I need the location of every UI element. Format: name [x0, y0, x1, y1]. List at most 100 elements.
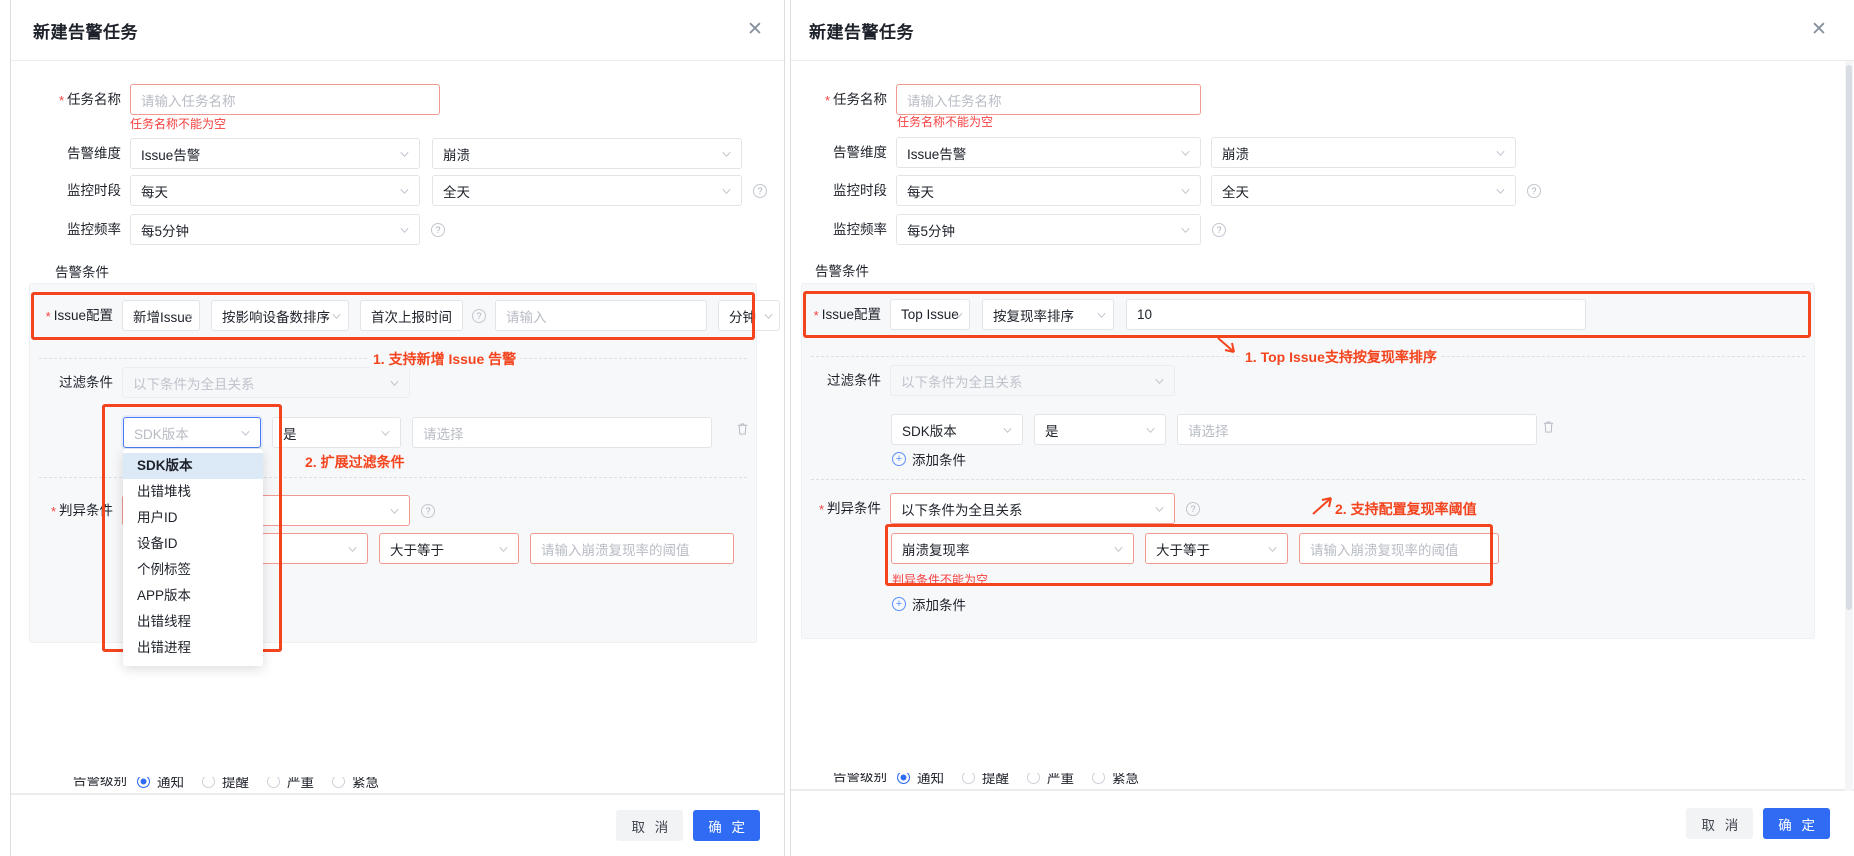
- left-filter-value-select[interactable]: 请选择: [412, 417, 712, 448]
- right-confirm-button[interactable]: 确 定: [1763, 808, 1830, 839]
- right-monitor-freq-select[interactable]: 每5分钟: [896, 214, 1201, 245]
- chevron-down-icon: [389, 505, 400, 516]
- right-scrollbar-thumb[interactable]: [1846, 65, 1852, 610]
- chevron-down-icon: [1154, 503, 1165, 514]
- right-filter-operator-select[interactable]: 是: [1034, 414, 1166, 445]
- right-alarm-dimension-value-2: 崩溃: [1222, 146, 1249, 162]
- radio-urgent[interactable]: [1092, 773, 1105, 784]
- left-issue-first-report-time-button[interactable]: 首次上报时间: [360, 300, 463, 331]
- left-issue-unit-value: 分钟: [729, 309, 756, 325]
- right-task-name-placeholder: 请输入任务名称: [907, 93, 1002, 109]
- help-icon[interactable]: ?: [472, 308, 486, 323]
- right-alarm-dimension-value-1: Issue告警: [907, 146, 967, 162]
- chevron-down-icon: [721, 185, 732, 196]
- left-task-name-input[interactable]: 请输入任务名称: [130, 84, 440, 115]
- right-judge-relation-value: 以下条件为全且关系: [901, 502, 1023, 518]
- right-alarm-condition-label: 告警条件: [815, 264, 869, 279]
- close-icon[interactable]: ✕: [744, 19, 766, 41]
- right-issue-mode-select[interactable]: Top Issue: [890, 299, 970, 330]
- right-judge-threshold-input[interactable]: 请输入崩溃复现率的阈值: [1299, 533, 1499, 564]
- left-confirm-button[interactable]: 确 定: [693, 810, 760, 841]
- left-judge-operator-select[interactable]: 大于等于: [379, 533, 519, 564]
- right-judge-operator-select[interactable]: 大于等于: [1145, 533, 1288, 564]
- right-cancel-button[interactable]: 取 消: [1686, 808, 1754, 839]
- right-monitor-period-label: 监控时段: [833, 182, 887, 198]
- left-monitor-freq-row: 监控频率 每5分钟 ?: [55, 214, 445, 245]
- radio-notice[interactable]: [137, 777, 150, 788]
- left-issue-unit-select[interactable]: 分钟: [718, 300, 780, 331]
- left-alarm-level-option-1: 提醒: [222, 777, 249, 790]
- right-task-name-input[interactable]: 请输入任务名称: [896, 84, 1201, 115]
- dropdown-item[interactable]: 设备ID: [123, 531, 263, 557]
- left-judge-label: * 判异条件: [50, 502, 113, 519]
- radio-notice[interactable]: [897, 773, 910, 784]
- right-judge-metric-select[interactable]: 崩溃复现率: [891, 533, 1134, 564]
- left-filter-operator-select[interactable]: 是: [272, 417, 401, 448]
- left-monitor-period-row: 监控时段 每天 全天 ?: [55, 175, 767, 206]
- dropdown-item[interactable]: 出错堆栈: [123, 479, 263, 505]
- right-filter-add-condition[interactable]: + 添加条件: [892, 449, 966, 469]
- right-alarm-level-option-3: 紧急: [1112, 773, 1139, 786]
- left-monitor-period-select-2[interactable]: 全天: [432, 175, 742, 206]
- left-monitor-period-select-1[interactable]: 每天: [130, 175, 420, 206]
- radio-remind[interactable]: [202, 777, 215, 788]
- right-alarm-level-option-0: 通知: [917, 773, 944, 786]
- left-alarm-level-row: 告警级别 通知 提醒 严重 紧急: [55, 777, 379, 791]
- radio-severe[interactable]: [1027, 773, 1040, 784]
- right-alarm-dimension-select-2[interactable]: 崩溃: [1211, 137, 1516, 168]
- right-monitor-freq-row: 监控频率 每5分钟 ?: [815, 214, 1226, 245]
- right-monitor-freq-label: 监控频率: [833, 221, 887, 237]
- left-cancel-button[interactable]: 取 消: [616, 810, 684, 841]
- left-filter-relation-select[interactable]: 以下条件为全且关系: [122, 367, 410, 398]
- right-judge-row: * 判异条件 以下条件为全且关系 ?: [809, 493, 1200, 524]
- radio-remind[interactable]: [962, 773, 975, 784]
- right-dialog-footer: 取 消 确 定: [791, 790, 1854, 856]
- trash-icon[interactable]: [735, 421, 750, 437]
- right-issue-count-input[interactable]: 10: [1126, 299, 1586, 330]
- right-monitor-period-select-1[interactable]: 每天: [896, 175, 1201, 206]
- left-alarm-dimension-select-2[interactable]: 崩溃: [432, 138, 742, 169]
- dropdown-item[interactable]: 个例标签: [123, 557, 263, 583]
- left-alarm-level-label: 告警级别: [73, 777, 127, 789]
- right-issue-sort-select[interactable]: 按复现率排序: [982, 299, 1114, 330]
- dropdown-item[interactable]: 用户ID: [123, 505, 263, 531]
- right-alarm-dimension-select-1[interactable]: Issue告警: [896, 137, 1201, 168]
- left-alarm-dimension-select-1[interactable]: Issue告警: [130, 138, 420, 169]
- right-issue-config-label: * Issue配置: [813, 306, 881, 323]
- right-judge-error: 判异条件不能为空: [892, 573, 989, 587]
- right-judge-relation-select[interactable]: 以下条件为全且关系: [890, 493, 1175, 524]
- right-monitor-period-select-2[interactable]: 全天: [1211, 175, 1516, 206]
- chevron-down-icon: [1267, 543, 1278, 554]
- dropdown-item[interactable]: 出错线程: [123, 609, 263, 635]
- left-filter-field-dropdown[interactable]: SDK版本 出错堆栈 用户ID 设备ID 个例标签 APP版本 出错线程 出错进…: [123, 449, 263, 666]
- right-filter-condition-row: SDK版本 是 请选择: [891, 414, 1537, 445]
- radio-urgent[interactable]: [332, 777, 345, 788]
- left-filter-field-select[interactable]: SDK版本: [123, 417, 261, 448]
- help-icon[interactable]: ?: [1527, 183, 1541, 198]
- left-issue-value-placeholder: 请输入: [506, 309, 547, 325]
- dropdown-item[interactable]: SDK版本: [123, 453, 263, 479]
- left-monitor-freq-select[interactable]: 每5分钟: [130, 214, 420, 245]
- right-filter-field-select[interactable]: SDK版本: [891, 414, 1023, 445]
- left-issue-sort-select[interactable]: 按影响设备数排序: [211, 300, 349, 331]
- chevron-down-icon: [389, 377, 400, 388]
- help-icon[interactable]: ?: [1212, 222, 1226, 237]
- right-filter-relation-select[interactable]: 以下条件为全且关系: [890, 365, 1175, 396]
- right-filter-value-select[interactable]: 请选择: [1177, 414, 1537, 445]
- left-judge-threshold-input[interactable]: 请输入崩溃复现率的阈值: [530, 533, 734, 564]
- help-icon[interactable]: ?: [1186, 501, 1200, 516]
- radio-severe[interactable]: [267, 777, 280, 788]
- right-judge-add-condition[interactable]: + 添加条件: [892, 594, 966, 614]
- dropdown-item[interactable]: APP版本: [123, 583, 263, 609]
- help-icon[interactable]: ?: [753, 183, 767, 198]
- close-icon[interactable]: ✕: [1808, 19, 1830, 41]
- left-issue-value-input[interactable]: 请输入: [495, 300, 707, 331]
- trash-icon[interactable]: [1541, 419, 1556, 435]
- dropdown-item[interactable]: 出错进程: [123, 635, 263, 661]
- left-dialog-title: 新建告警任务: [33, 22, 138, 42]
- chevron-down-icon: [1495, 185, 1506, 196]
- help-icon[interactable]: ?: [431, 222, 445, 237]
- required-asterisk: *: [813, 307, 819, 323]
- left-issue-mode-select[interactable]: 新增Issue: [122, 300, 200, 331]
- help-icon[interactable]: ?: [421, 503, 435, 518]
